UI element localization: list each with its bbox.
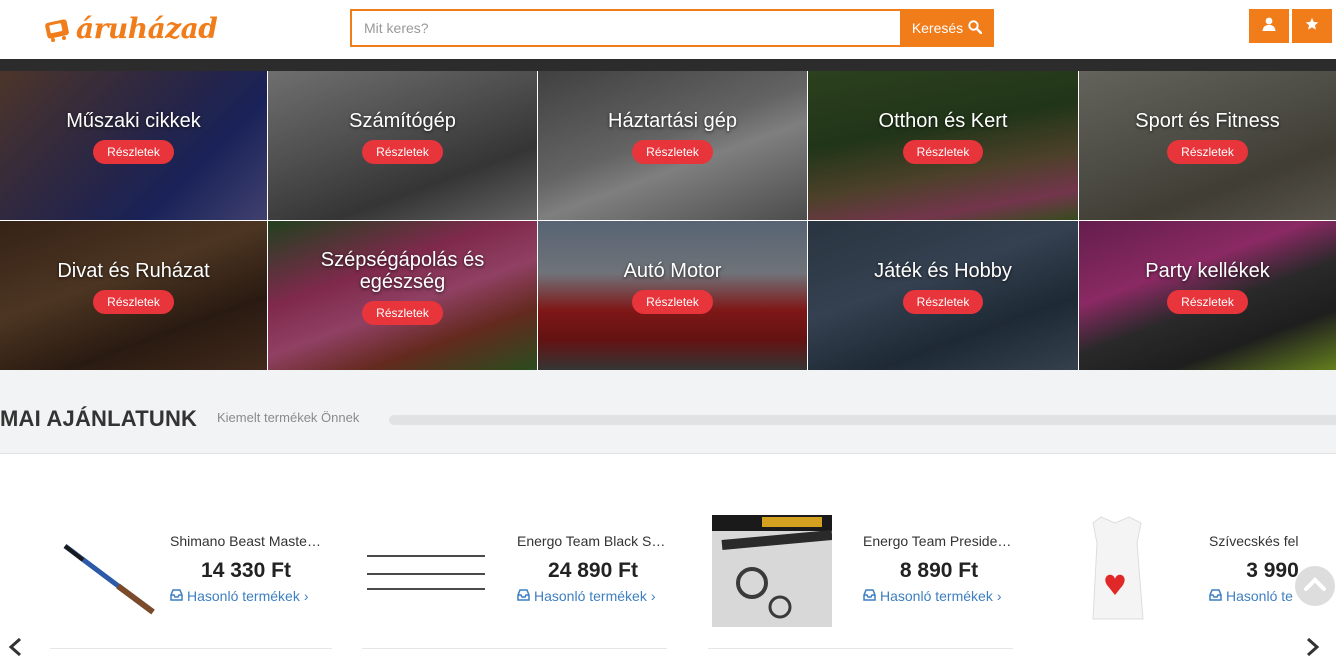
product-card[interactable]: Energo Team Presiden… 8 890 Ft Hasonló t…: [712, 515, 1022, 649]
category-tile-jatek[interactable]: Játék és Hobby Részletek: [808, 221, 1078, 370]
category-tile-muszaki[interactable]: Műszaki cikkek Részletek: [0, 71, 267, 220]
nav-strip: [0, 59, 1336, 71]
search-button[interactable]: Keresés: [900, 9, 994, 47]
product-divider: [50, 648, 332, 649]
user-icon: [1262, 17, 1276, 36]
category-tile-szamitogep[interactable]: Számítógép Részletek: [268, 71, 537, 220]
inbox-icon: [517, 588, 530, 604]
star-icon: [1305, 17, 1319, 36]
category-title: Játék és Hobby: [874, 259, 1012, 282]
search-input[interactable]: [350, 9, 900, 47]
cart-logo-icon: [44, 13, 74, 43]
site-logo[interactable]: áruházad: [44, 8, 218, 48]
details-button[interactable]: Részletek: [362, 300, 443, 325]
chevron-right-icon: ›: [996, 588, 1002, 604]
section-title: MAI AJÁNLATUNK: [0, 406, 198, 431]
category-title: Számítógép: [349, 109, 456, 132]
product-image[interactable]: [50, 515, 170, 627]
similar-products-link[interactable]: Hasonló termékek ›: [517, 588, 656, 604]
product-price: 14 330 Ft: [201, 559, 291, 582]
product-image[interactable]: [712, 515, 832, 627]
category-tile-auto[interactable]: Autó Motor Részletek: [538, 221, 807, 370]
details-button[interactable]: Részletek: [93, 289, 174, 314]
chevron-right-icon: ›: [650, 588, 656, 604]
account-button[interactable]: [1249, 9, 1289, 43]
search-button-label: Keresés: [911, 20, 964, 36]
featured-section-header: MAI AJÁNLATUNK Kiemelt termékek Önnek: [0, 370, 1336, 454]
details-button[interactable]: Részletek: [362, 139, 443, 164]
product-divider: [362, 648, 667, 649]
logo-text: áruházad: [76, 11, 218, 45]
product-divider: [708, 648, 1013, 649]
category-tile-haztartasi[interactable]: Háztartási gép Részletek: [538, 71, 807, 220]
category-title: Otthon és Kert: [878, 109, 1008, 132]
chevron-right-icon: ›: [303, 588, 309, 604]
product-card[interactable]: Shimano Beast Maste… 14 330 Ft Hasonló t…: [50, 515, 330, 649]
product-name[interactable]: Energo Team Presiden…: [863, 533, 1015, 549]
details-button[interactable]: Részletek: [632, 289, 713, 314]
details-button[interactable]: Részletek: [632, 139, 713, 164]
carousel-prev-button[interactable]: [8, 633, 22, 664]
site-header: áruházad Keresés: [0, 0, 1336, 59]
product-card[interactable]: Energo Team Black Sp… 24 890 Ft Hasonló …: [365, 515, 669, 649]
category-tile-szepseg[interactable]: Szépségápolás és egészség Részletek: [268, 221, 537, 370]
category-title: Autó Motor: [623, 259, 722, 282]
carousel-next-button[interactable]: [1306, 633, 1320, 664]
category-tile-party[interactable]: Party kellékek Részletek: [1079, 221, 1336, 370]
chevron-right-icon: [1306, 633, 1320, 663]
category-tile-sport[interactable]: Sport és Fitness Részletek: [1079, 71, 1336, 220]
category-tile-divat[interactable]: Divat és Ruházat Részletek: [0, 221, 267, 370]
inbox-icon: [170, 588, 183, 604]
product-image[interactable]: [1058, 515, 1178, 627]
category-title: Party kellékek: [1145, 259, 1270, 282]
category-title: Sport és Fitness: [1135, 109, 1280, 132]
product-name[interactable]: Energo Team Black Sp…: [517, 533, 669, 549]
similar-products-link[interactable]: Hasonló termékek ›: [170, 588, 309, 604]
category-title: Szépségápolás és egészség: [320, 248, 485, 293]
chevron-up-icon: [1304, 576, 1326, 596]
details-button[interactable]: Részletek: [1167, 139, 1248, 164]
details-button[interactable]: Részletek: [902, 289, 984, 314]
search-icon: [968, 19, 983, 37]
product-image[interactable]: [365, 515, 485, 627]
chevron-left-icon: [8, 633, 22, 663]
category-title: Divat és Ruházat: [57, 259, 210, 282]
favorites-button[interactable]: [1292, 9, 1332, 43]
category-title: Műszaki cikkek: [66, 109, 201, 132]
inbox-icon: [863, 588, 876, 604]
category-title: Háztartási gép: [608, 109, 737, 132]
inbox-icon: [1209, 588, 1222, 604]
search-bar: Keresés: [350, 9, 994, 47]
section-subtitle: Kiemelt termékek Önnek: [217, 410, 360, 425]
product-price: 8 890 Ft: [899, 559, 979, 582]
product-name[interactable]: Szívecskés fel: [1209, 533, 1336, 549]
section-divider: [389, 415, 1336, 425]
details-button[interactable]: Részletek: [1167, 289, 1248, 314]
similar-products-link[interactable]: Hasonló termékek ›: [863, 588, 1002, 604]
details-button[interactable]: Részletek: [93, 139, 174, 164]
product-carousel: Shimano Beast Maste… 14 330 Ft Hasonló t…: [0, 455, 1336, 653]
scroll-to-top-button[interactable]: [1295, 566, 1335, 606]
product-price: 24 890 Ft: [548, 559, 638, 582]
category-grid: Műszaki cikkek Részletek Számítógép Rész…: [0, 71, 1336, 370]
product-name[interactable]: Shimano Beast Maste…: [170, 533, 322, 549]
details-button[interactable]: Részletek: [902, 139, 984, 164]
category-tile-otthon[interactable]: Otthon és Kert Részletek: [808, 71, 1078, 220]
